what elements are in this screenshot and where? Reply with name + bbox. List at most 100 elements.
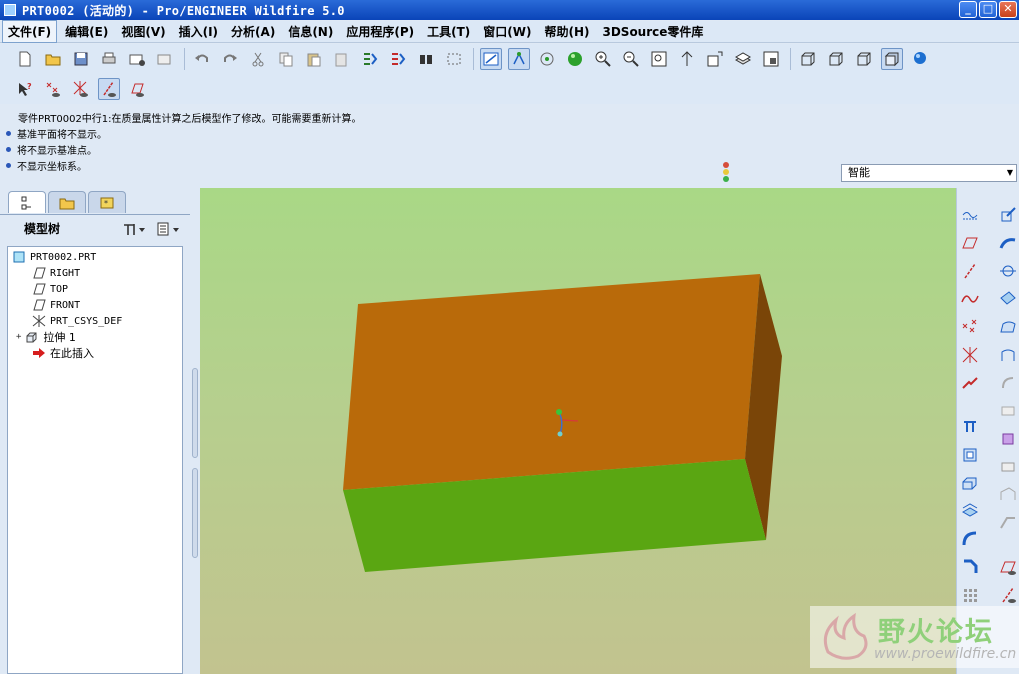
maximize-button[interactable]: □	[979, 1, 997, 18]
new-icon[interactable]	[14, 48, 36, 70]
no-hidden-icon[interactable]	[853, 48, 875, 70]
menu-tools[interactable]: 工具(T)	[422, 21, 475, 42]
feature-toolbar	[956, 188, 1019, 674]
datum-curve-tool-icon[interactable]	[959, 288, 981, 310]
regenerate-icon[interactable]	[359, 48, 381, 70]
appearance-sphere-icon[interactable]	[564, 48, 586, 70]
close-button[interactable]: ✕	[999, 1, 1017, 18]
menu-applications[interactable]: 应用程序(P)	[341, 21, 419, 42]
navigator-splitter[interactable]	[191, 368, 199, 668]
tab-model-tree[interactable]	[8, 191, 46, 213]
tree-item-extrude[interactable]: + 拉伸 1	[16, 329, 76, 345]
tree-item-right-plane[interactable]: RIGHT	[32, 265, 80, 281]
tree-item-top-plane[interactable]: TOP	[32, 281, 68, 297]
settings-hammer-icon[interactable]	[122, 221, 148, 240]
chamfer-tool-icon[interactable]	[959, 556, 981, 578]
print-icon[interactable]	[98, 48, 120, 70]
menu-window[interactable]: 窗口(W)	[478, 21, 536, 42]
blend-tool-icon[interactable]	[959, 500, 981, 522]
menu-insert[interactable]: 插入(I)	[174, 21, 223, 42]
extrude-tool-icon[interactable]	[959, 416, 981, 438]
selection-filter-select[interactable]: 智能 ▼	[841, 164, 1017, 182]
send-attachment-icon[interactable]	[154, 48, 176, 70]
datum-point-tool-icon[interactable]	[959, 316, 981, 338]
shading-icon[interactable]	[881, 48, 903, 70]
sketch-tool-icon[interactable]	[997, 204, 1019, 226]
expand-icon[interactable]: +	[16, 332, 21, 342]
merge-tool-icon[interactable]	[997, 456, 1019, 478]
csys-tool-icon[interactable]	[959, 344, 981, 366]
csys-eye-icon[interactable]	[70, 78, 92, 100]
splitter-grip[interactable]	[192, 468, 198, 558]
find-binoculars-icon[interactable]	[415, 48, 437, 70]
menu-edit[interactable]: 编辑(E)	[60, 21, 113, 42]
tree-item-csys[interactable]: PRT_CSYS_DEF	[32, 313, 122, 329]
saved-views-icon[interactable]	[704, 48, 726, 70]
zoom-in-icon[interactable]	[592, 48, 614, 70]
tab-favorites[interactable]: *	[88, 191, 126, 213]
tree-item-insert-here[interactable]: 在此插入	[32, 345, 94, 361]
menu-file[interactable]: 文件(F)	[2, 20, 58, 43]
offset-tool-icon[interactable]	[997, 400, 1019, 422]
menu-3dsource-library[interactable]: 3DSource零件库	[597, 21, 708, 42]
menu-help[interactable]: 帮助(H)	[539, 21, 594, 42]
show-list-icon[interactable]	[156, 221, 182, 240]
layers-icon[interactable]	[732, 48, 754, 70]
revolve-tool-icon[interactable]	[959, 444, 981, 466]
datum-plane-icon	[32, 267, 46, 279]
menu-analysis[interactable]: 分析(A)	[226, 21, 280, 42]
draft-tool-icon[interactable]	[997, 344, 1019, 366]
repaint-icon[interactable]	[480, 48, 502, 70]
model-globe-icon[interactable]	[909, 48, 931, 70]
datum-planes-eye-icon[interactable]	[126, 78, 148, 100]
datum-plane-tool-icon[interactable]	[959, 232, 981, 254]
minimize-button[interactable]: _	[959, 1, 977, 18]
datum-axis-tool-icon[interactable]	[959, 260, 981, 282]
mirror-tool-icon[interactable]	[997, 428, 1019, 450]
graphics-viewport[interactable]	[200, 188, 956, 674]
axis-toggle-icon[interactable]	[997, 584, 1019, 606]
wireframe-icon[interactable]	[797, 48, 819, 70]
part-icon	[12, 251, 26, 263]
tree-item-front-plane[interactable]: FRONT	[32, 297, 80, 313]
hole-tool-icon[interactable]	[997, 260, 1019, 282]
tab-folder-browser[interactable]	[48, 191, 86, 213]
variable-section-sweep-icon[interactable]	[997, 232, 1019, 254]
view-manager-icon[interactable]	[760, 48, 782, 70]
datum-axes-eye-icon[interactable]	[98, 78, 120, 100]
reorient-icon[interactable]	[676, 48, 698, 70]
shell-tool-icon[interactable]	[997, 288, 1019, 310]
menu-info[interactable]: 信息(N)	[283, 21, 338, 42]
datum-plane-display-icon[interactable]	[959, 204, 981, 226]
orient-mode-icon[interactable]	[536, 48, 558, 70]
cut-icon[interactable]	[247, 48, 269, 70]
boundary-blend-icon[interactable]	[997, 372, 1019, 394]
trim-tool-icon[interactable]	[997, 484, 1019, 506]
open-folder-icon[interactable]	[42, 48, 64, 70]
sweep-tool-icon[interactable]	[959, 472, 981, 494]
analysis-feature-icon[interactable]	[959, 372, 981, 394]
regen-manager-icon[interactable]	[387, 48, 409, 70]
datum-points-eye-icon[interactable]	[42, 78, 64, 100]
refit-icon[interactable]	[648, 48, 670, 70]
round-tool-icon[interactable]	[959, 528, 981, 550]
paste-icon[interactable]	[303, 48, 325, 70]
menu-view[interactable]: 视图(V)	[116, 21, 170, 42]
zoom-out-icon[interactable]	[620, 48, 642, 70]
undo-icon[interactable]	[191, 48, 213, 70]
copy-icon[interactable]	[275, 48, 297, 70]
pattern-tool-icon[interactable]	[959, 584, 981, 606]
save-icon[interactable]	[70, 48, 92, 70]
send-mail-icon[interactable]	[126, 48, 148, 70]
paste-special-icon[interactable]	[331, 48, 353, 70]
datum-plane-toggle-icon[interactable]	[997, 556, 1019, 578]
rib-tool-icon[interactable]	[997, 316, 1019, 338]
context-help-icon[interactable]: ?	[14, 78, 36, 100]
select-box-icon[interactable]	[443, 48, 465, 70]
splitter-grip[interactable]	[192, 368, 198, 458]
hidden-line-icon[interactable]	[825, 48, 847, 70]
extend-tool-icon[interactable]	[997, 512, 1019, 534]
redo-icon[interactable]	[219, 48, 241, 70]
spin-center-icon[interactable]	[508, 48, 530, 70]
tree-item-part[interactable]: PRT0002.PRT	[12, 249, 96, 265]
